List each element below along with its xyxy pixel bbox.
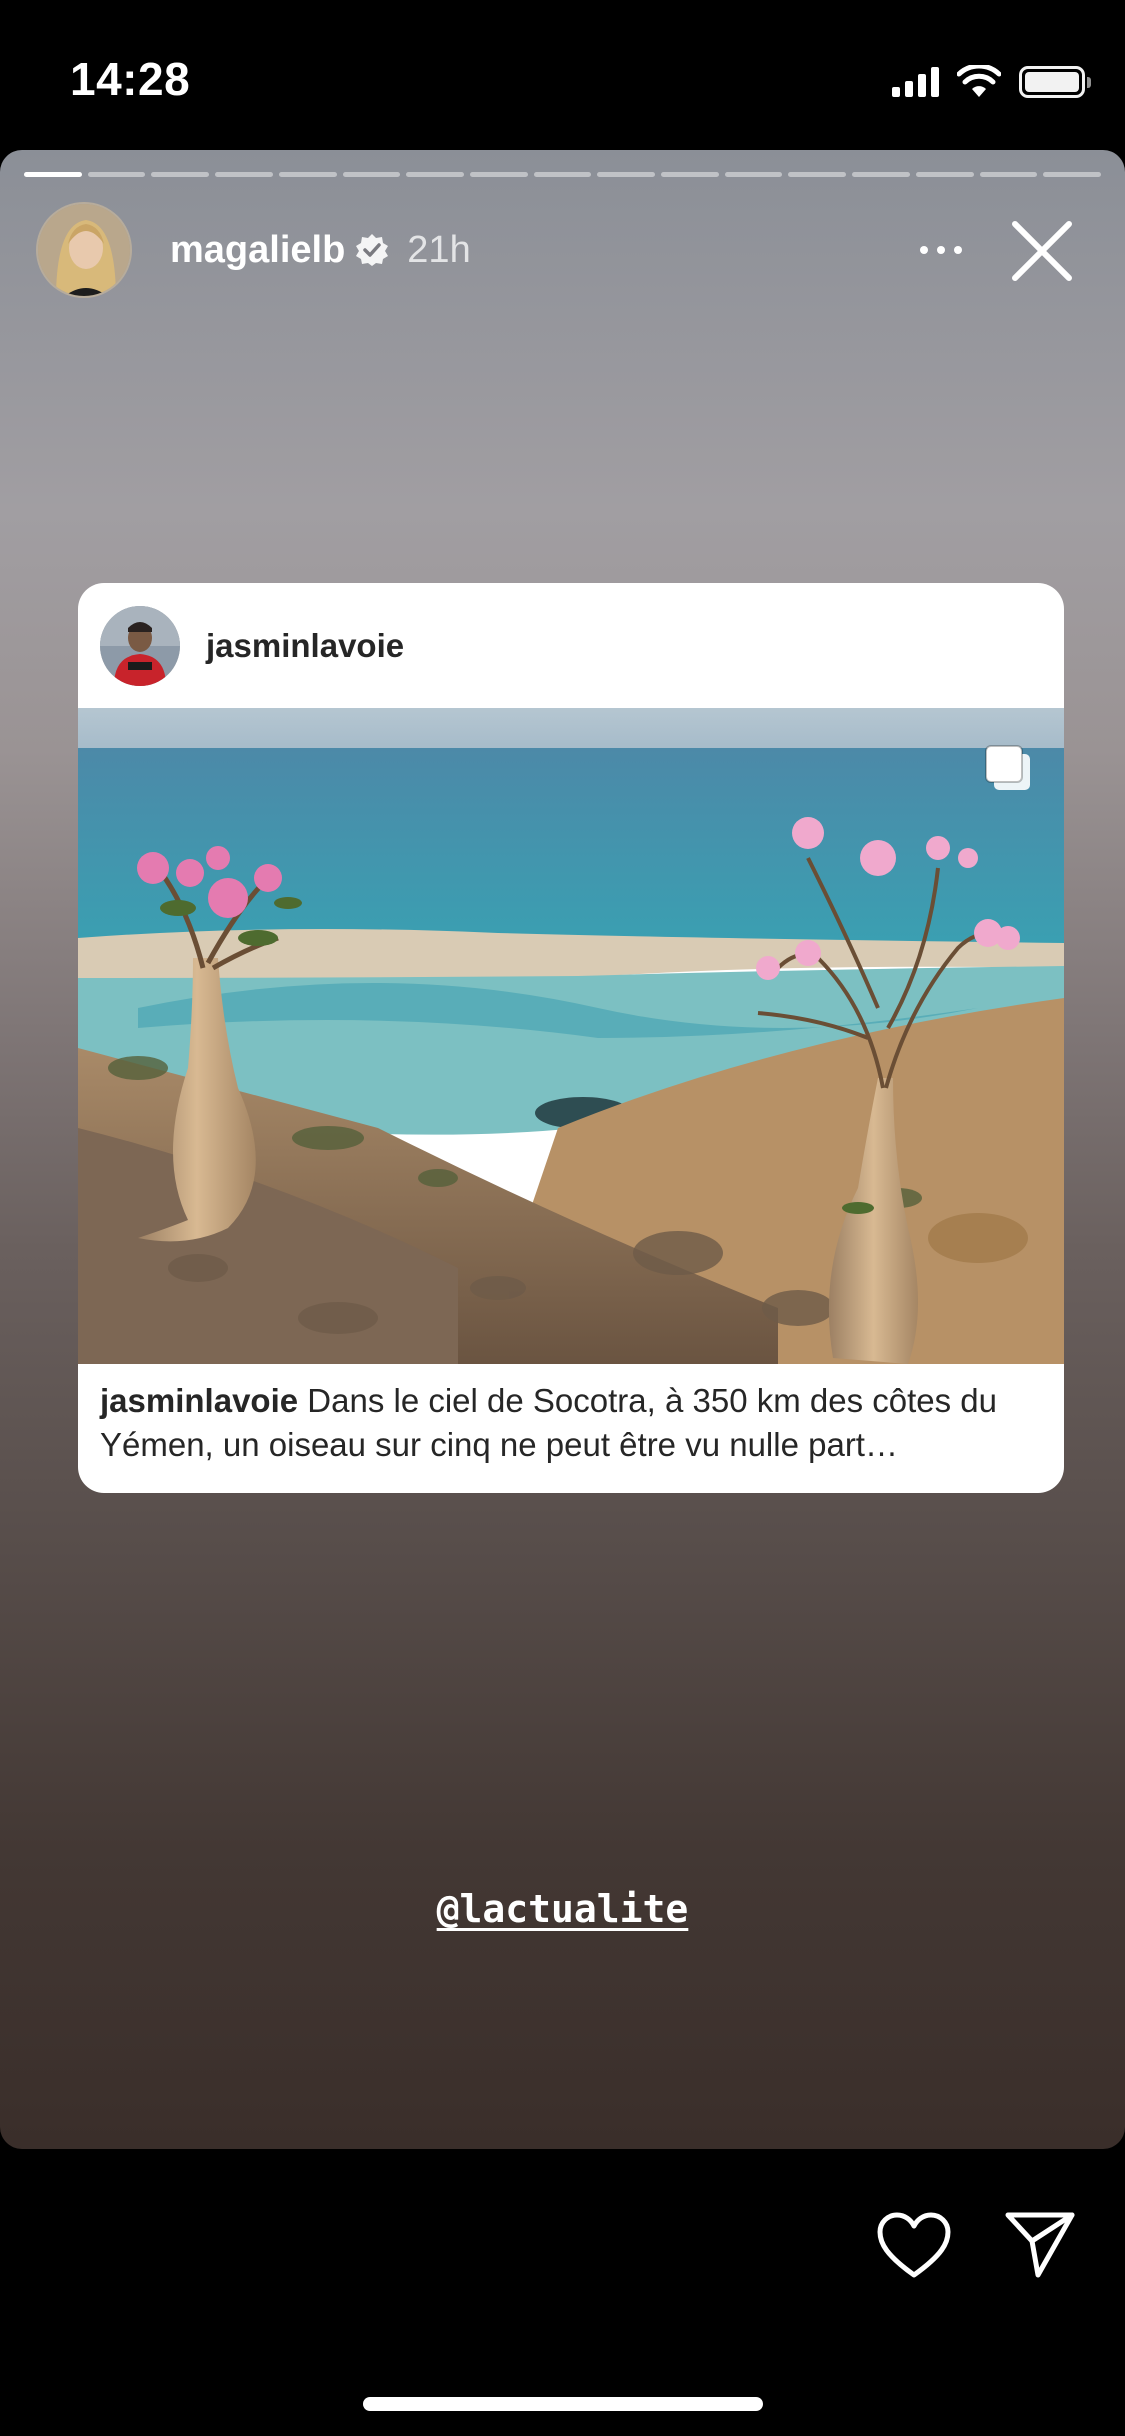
story-viewer[interactable]: magalielb 21h jasminlavoie jasminlavoie … <box>0 150 1125 2149</box>
bottom-action-bar <box>0 2149 1125 2436</box>
story-progress-segment <box>342 172 401 177</box>
story-progress-segment <box>469 172 528 177</box>
story-progress-segment <box>151 172 210 177</box>
wifi-icon <box>957 65 1001 97</box>
status-bar: 14:28 <box>0 0 1125 150</box>
story-progress-segment <box>852 172 910 177</box>
verified-badge-icon <box>356 234 389 266</box>
story-progress-segment <box>24 172 82 177</box>
status-icons <box>892 62 1091 102</box>
story-progress-segment <box>87 172 146 177</box>
shared-post-card[interactable]: jasminlavoie jasminlavoie Dans le ciel d… <box>78 583 1064 1493</box>
post-image[interactable] <box>78 708 1064 1364</box>
story-progress-segment <box>788 172 847 177</box>
status-time: 14:28 <box>70 53 191 105</box>
mention-text[interactable]: @lactualite <box>437 1887 689 1931</box>
story-header: magalielb 21h <box>36 202 1101 298</box>
post-caption: jasminlavoie Dans le ciel de Socotra, à … <box>100 1379 1038 1467</box>
story-progress-segment <box>979 172 1038 177</box>
story-username[interactable]: magalielb <box>170 229 345 272</box>
story-progress-segment <box>533 172 592 177</box>
story-progress-bar <box>24 172 1101 177</box>
post-username[interactable]: jasminlavoie <box>206 627 404 665</box>
story-progress-segment <box>1043 172 1101 177</box>
mention-sticker[interactable]: @lactualite <box>0 1887 1125 1931</box>
post-avatar[interactable] <box>100 605 180 686</box>
home-indicator[interactable] <box>363 2397 763 2411</box>
story-time-ago: 21h <box>407 228 471 271</box>
story-progress-segment <box>278 172 337 177</box>
story-progress-segment <box>661 172 719 177</box>
caption-username[interactable]: jasminlavoie <box>100 1382 298 1419</box>
story-progress-segment <box>406 172 464 177</box>
story-progress-segment <box>597 172 656 177</box>
heart-icon[interactable] <box>876 2211 952 2281</box>
avatar[interactable] <box>36 202 132 298</box>
story-progress-segment <box>915 172 974 177</box>
story-progress-segment <box>215 172 273 177</box>
battery-icon <box>1019 66 1091 98</box>
carousel-icon <box>985 745 1030 790</box>
cellular-signal-icon <box>892 67 939 97</box>
post-header: jasminlavoie <box>78 583 1064 708</box>
story-progress-segment <box>724 172 783 177</box>
close-icon[interactable] <box>1007 216 1077 286</box>
send-icon[interactable] <box>1004 2209 1076 2279</box>
more-horizontal-icon[interactable] <box>911 226 971 274</box>
